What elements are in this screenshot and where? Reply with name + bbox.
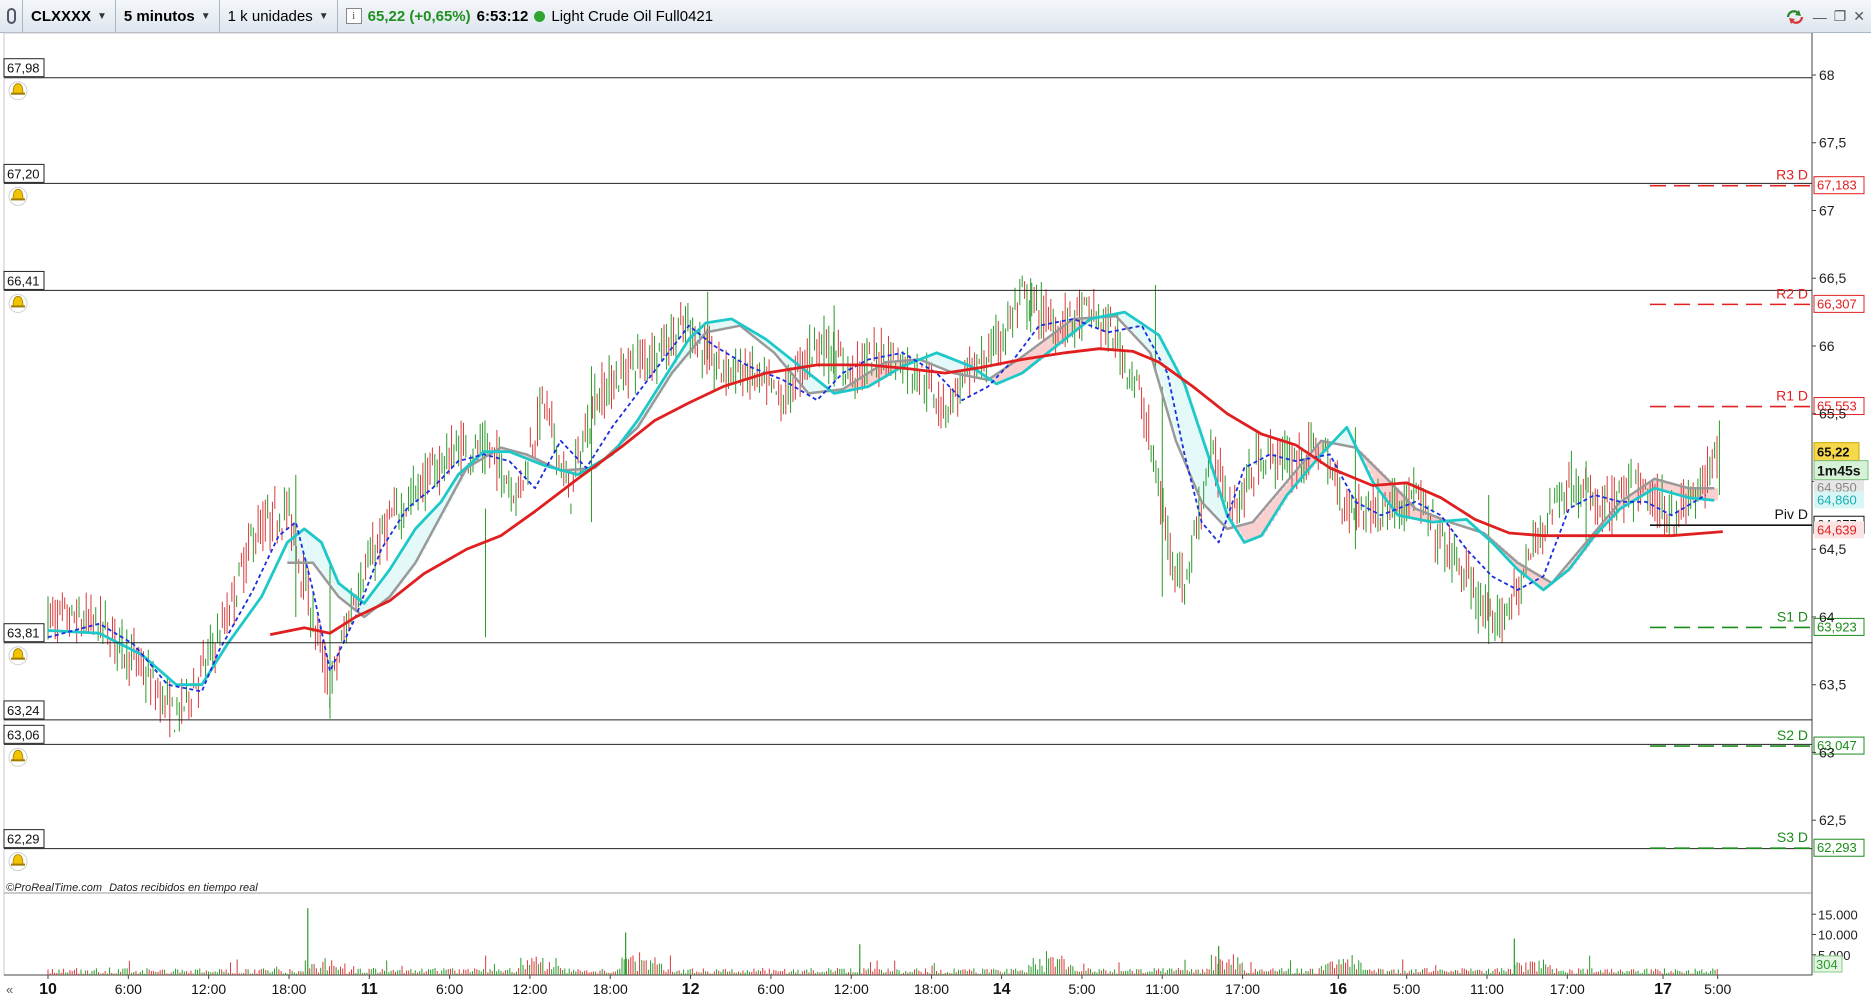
x-tick-label: 10 xyxy=(39,981,57,998)
y-tick-label: 67,5 xyxy=(1819,135,1846,151)
alert-price-label: 62,29 xyxy=(7,832,40,847)
pivot-value-label: 62,293 xyxy=(1817,840,1857,855)
x-tick-label: 14 xyxy=(993,981,1011,998)
pivot-value-label: 67,183 xyxy=(1817,178,1857,193)
indicator-value-label: 64,639 xyxy=(1817,522,1857,537)
x-tick-label: 6:00 xyxy=(115,981,142,997)
alert-price-label: 63,81 xyxy=(7,626,40,641)
x-tick-label: 18:00 xyxy=(271,981,306,997)
y-tick-label: 66 xyxy=(1819,338,1835,354)
alert-price-label: 67,20 xyxy=(7,166,40,181)
alert-bell-body xyxy=(12,83,24,95)
current-volume-label: 304 xyxy=(1816,957,1838,972)
x-tick-label: 12:00 xyxy=(834,981,869,997)
x-tick-label: 5:00 xyxy=(1393,981,1420,997)
x-tick-label: 12:00 xyxy=(191,981,226,997)
alert-bell-body xyxy=(12,296,24,307)
last-price-label: 65,22 xyxy=(1817,445,1850,460)
alert-bell-base xyxy=(11,305,25,308)
cloud-segment xyxy=(1714,488,1719,501)
alert-price-label: 63,24 xyxy=(7,703,40,718)
y-tick-label: 68 xyxy=(1819,67,1835,83)
x-tick-label: 6:00 xyxy=(436,981,463,997)
x-tick-label: 18:00 xyxy=(914,981,949,997)
alert-price-label: 63,06 xyxy=(7,727,40,742)
x-tick-label: 11:00 xyxy=(1470,981,1504,997)
ma-slow-line xyxy=(269,347,1723,636)
y-tick-label: 64,5 xyxy=(1819,541,1846,557)
price-chart[interactable]: 67,98 67,20 66,41 63,81 63,24 63,06 62,29 R3 D R… xyxy=(0,0,1871,1000)
brand-label: ©ProRealTime.com xyxy=(6,882,102,894)
scroll-left-icon[interactable]: « xyxy=(6,982,13,997)
y-tick-label: 67 xyxy=(1819,202,1835,218)
alert-bell-body xyxy=(12,188,24,200)
x-tick-label: 17 xyxy=(1654,981,1672,998)
pivot-name-label: R2 D xyxy=(1776,285,1808,301)
pivot-name-label: S1 D xyxy=(1777,608,1808,624)
alert-price-label: 67,98 xyxy=(7,61,40,76)
x-tick-label: 6:00 xyxy=(757,981,784,997)
volume-tick-label: 15.000 xyxy=(1818,907,1858,922)
pivot-name-label: S2 D xyxy=(1777,727,1808,743)
alert-bell-body xyxy=(12,854,24,866)
x-tick-label: 16 xyxy=(1329,981,1347,998)
x-tick-label: 12:00 xyxy=(512,981,547,997)
pivot-name-label: R1 D xyxy=(1776,388,1808,404)
alert-bell-base xyxy=(11,759,25,762)
alert-bell-base xyxy=(11,198,25,201)
pivot-name-label: Piv D xyxy=(1775,506,1808,522)
indicator-value-label: 64,860 xyxy=(1817,492,1857,507)
x-tick-label: 5:00 xyxy=(1068,981,1095,997)
y-tick-label: 66,5 xyxy=(1819,270,1846,286)
alert-bell-base xyxy=(11,863,25,866)
pivot-name-label: S3 D xyxy=(1777,829,1808,845)
alert-price-label: 66,41 xyxy=(7,273,40,288)
alert-bell-base xyxy=(11,92,25,95)
alert-bell-base xyxy=(11,657,25,660)
x-tick-label: 12 xyxy=(682,981,700,998)
data-source-note: ©ProRealTime.com Datos recibidos en tiem… xyxy=(6,882,258,894)
y-tick-label: 62,5 xyxy=(1819,812,1846,828)
x-tick-label: 11:00 xyxy=(1145,981,1179,997)
pivot-name-label: R3 D xyxy=(1776,167,1808,183)
x-tick-label: 18:00 xyxy=(593,981,628,997)
realtime-status: Datos recibidos en tiempo real xyxy=(109,882,258,894)
alert-bell-body xyxy=(12,749,24,761)
y-tick-label: 63 xyxy=(1819,744,1835,760)
y-tick-label: 63,5 xyxy=(1819,677,1846,693)
alert-bell-body xyxy=(12,648,24,660)
countdown-label: 1m45s xyxy=(1817,463,1861,479)
x-tick-label: 5:00 xyxy=(1704,981,1731,997)
x-tick-label: 17:00 xyxy=(1550,981,1585,997)
x-tick-label: 17:00 xyxy=(1225,981,1260,997)
y-tick-label: 64 xyxy=(1819,609,1835,625)
x-tick-label: 11 xyxy=(361,981,378,998)
y-tick-label: 65,5 xyxy=(1819,406,1846,422)
pivot-value-label: 66,307 xyxy=(1817,296,1857,311)
volume-tick-label: 10.000 xyxy=(1818,928,1858,943)
